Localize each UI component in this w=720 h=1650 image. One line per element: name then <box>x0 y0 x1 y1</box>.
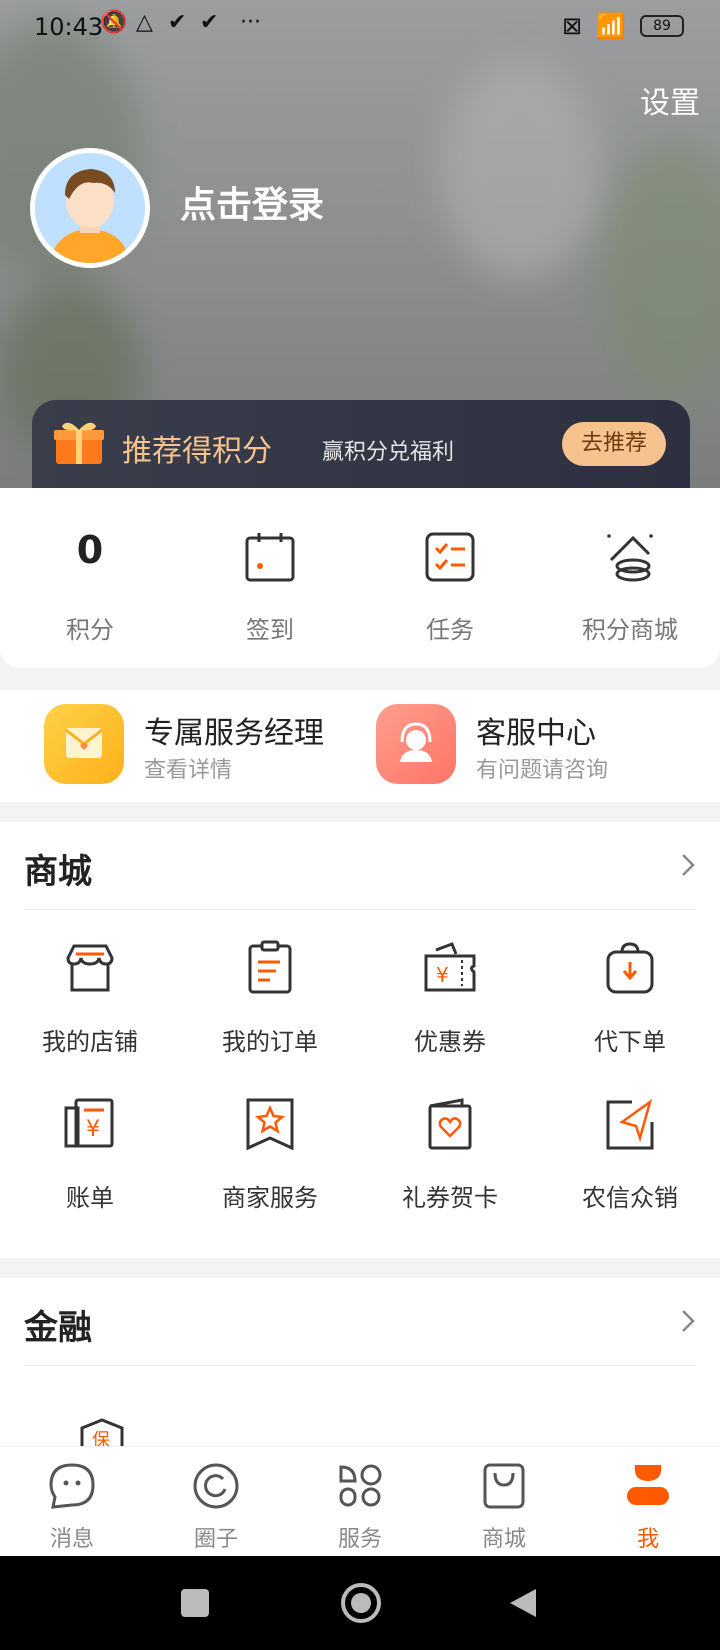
battery-icon: 89 <box>640 15 684 37</box>
mute-icon: 🔕 <box>100 10 128 35</box>
check-icon: ✔ <box>200 10 219 35</box>
message-bubble-icon <box>49 1463 95 1509</box>
tab-services[interactable]: 服务 <box>288 1447 432 1556</box>
home-icon[interactable] <box>340 1582 382 1624</box>
check-icon: ✔ <box>168 10 187 35</box>
tab-me-label: 我 <box>636 1527 659 1552</box>
tab-circle[interactable]: 圈子 <box>144 1447 288 1556</box>
customer-service-subtitle: 有问题请咨询 <box>476 758 609 783</box>
envelope-icon <box>44 704 124 784</box>
login-link[interactable]: 点击登录 <box>180 176 324 228</box>
greeting-card-icon <box>428 1098 472 1150</box>
union-sales-button[interactable]: 农信众销 <box>540 1096 720 1252</box>
circle-community-icon <box>193 1463 239 1509</box>
promo-title: 推荐得积分 <box>122 434 272 469</box>
my-orders-label: 我的订单 <box>222 1028 318 1056</box>
points-mall-button[interactable]: 积分商城 <box>540 488 720 668</box>
points-label: 积分 <box>66 616 114 644</box>
task-list-icon <box>425 532 475 582</box>
clipboard-icon <box>248 940 292 994</box>
app-notif-icon: △ <box>136 10 153 35</box>
my-store-label: 我的店铺 <box>42 1028 138 1056</box>
user-profile-icon <box>627 1465 669 1505</box>
avatar[interactable] <box>30 148 150 268</box>
points-row: 0 积分 签到 任务 积分商城 <box>0 488 720 668</box>
tab-mall[interactable]: 商城 <box>432 1447 576 1556</box>
coupons-button[interactable]: ¥ 优惠券 <box>360 940 540 1096</box>
service-row: 专属服务经理 查看详情 客服中心 有问题请咨询 <box>0 690 720 802</box>
tab-mall-label: 商城 <box>481 1527 526 1552</box>
mall-section-title: 商城 <box>24 852 92 892</box>
points-value: 0 <box>76 528 104 572</box>
service-manager-card[interactable]: 专属服务经理 查看详情 <box>0 690 360 802</box>
merchant-service-label: 商家服务 <box>222 1184 318 1212</box>
promo-subtitle: 赢积分兑福利 <box>322 440 455 465</box>
service-manager-subtitle: 查看详情 <box>144 758 233 783</box>
mall-section-header[interactable]: 商城 <box>24 822 696 910</box>
avatar-person-icon <box>35 153 145 263</box>
points-mall-label: 积分商城 <box>582 616 678 644</box>
coupons-label: 优惠券 <box>414 1028 486 1056</box>
coupon-icon: ¥ <box>424 942 476 992</box>
proxy-order-label: 代下单 <box>594 1028 666 1056</box>
customer-service-title: 客服中心 <box>476 716 596 751</box>
referral-banner[interactable]: 推荐得积分 赢积分兑福利 去推荐 <box>32 400 690 488</box>
gift-icon <box>54 422 104 464</box>
gift-card-label: 礼券贺卡 <box>402 1184 498 1212</box>
chevron-right-icon <box>682 1310 695 1332</box>
finance-section: 金融 保 <box>0 1278 720 1448</box>
service-manager-title: 专属服务经理 <box>144 716 324 751</box>
store-icon <box>66 944 114 992</box>
tasks-label: 任务 <box>426 616 474 644</box>
insurance-shield-icon[interactable]: 保 <box>78 1418 126 1448</box>
checkin-button[interactable]: 签到 <box>180 488 360 668</box>
status-time: 10:43 <box>34 13 104 41</box>
wifi-icon: 📶 <box>596 12 626 40</box>
mall-section: 商城 我的店铺 我的订单 ¥ 优惠券 代下单 ¥ 账单 商家服务 礼券贺卡 农信… <box>0 822 720 1258</box>
shopping-bag-download-icon <box>606 942 654 994</box>
finance-section-header[interactable]: 金融 <box>24 1278 696 1366</box>
sim-icon: ⊠ <box>562 12 583 40</box>
union-sales-label: 农信众销 <box>582 1184 678 1212</box>
headset-icon <box>376 704 456 784</box>
checkin-label: 签到 <box>246 616 294 644</box>
recent-apps-icon[interactable] <box>178 1586 212 1620</box>
bill-icon: ¥ <box>64 1098 114 1148</box>
customer-service-card[interactable]: 客服中心 有问题请咨询 <box>360 690 720 802</box>
tab-messages[interactable]: 消息 <box>0 1447 144 1556</box>
recommend-button[interactable]: 去推荐 <box>562 422 666 466</box>
chevron-right-icon <box>682 854 695 876</box>
settings-button[interactable]: 设置 <box>640 78 700 122</box>
coins-icon <box>607 534 653 582</box>
shopping-bag-icon <box>483 1463 525 1509</box>
back-icon[interactable] <box>506 1586 540 1620</box>
tab-circle-label: 圈子 <box>193 1527 238 1552</box>
my-orders-button[interactable]: 我的订单 <box>180 940 360 1096</box>
gift-card-button[interactable]: 礼券贺卡 <box>360 1096 540 1252</box>
paper-plane-icon <box>606 1098 654 1150</box>
proxy-order-button[interactable]: 代下单 <box>540 940 720 1096</box>
tab-messages-label: 消息 <box>49 1527 94 1552</box>
my-store-button[interactable]: 我的店铺 <box>0 940 180 1096</box>
svg-text:¥: ¥ <box>436 963 449 987</box>
calendar-icon <box>245 533 295 582</box>
bill-label: 账单 <box>66 1184 114 1212</box>
more-icon: ··· <box>240 10 261 35</box>
bill-button[interactable]: ¥ 账单 <box>0 1096 180 1252</box>
points-balance[interactable]: 0 积分 <box>0 488 180 668</box>
tab-services-label: 服务 <box>337 1527 382 1552</box>
merchant-service-button[interactable]: 商家服务 <box>180 1096 360 1252</box>
system-nav-bar <box>0 1556 720 1650</box>
status-bar: 10:43 🔕 △ ✔ ✔ ··· ⊠ 📶 89 <box>0 0 720 56</box>
tasks-button[interactable]: 任务 <box>360 488 540 668</box>
svg-text:¥: ¥ <box>86 1117 100 1142</box>
tab-me[interactable]: 我 <box>576 1447 720 1556</box>
finance-section-title: 金融 <box>24 1308 92 1348</box>
grid-apps-icon <box>339 1464 382 1507</box>
bottom-tab-bar: 消息 圈子 服务 商城 我 <box>0 1446 720 1556</box>
star-badge-icon <box>246 1098 294 1151</box>
